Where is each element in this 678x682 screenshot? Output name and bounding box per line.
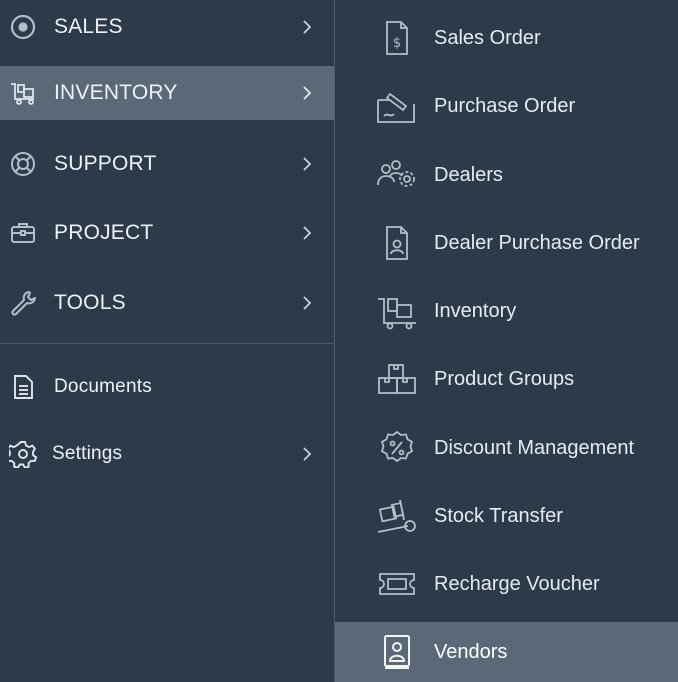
submenu-item-label: Inventory xyxy=(434,299,517,322)
users-gear-icon xyxy=(375,153,419,197)
sidebar-item-documents[interactable]: Documents xyxy=(0,360,334,414)
document-user-icon xyxy=(375,221,419,265)
sidebar-item-tools[interactable]: TOOLS xyxy=(0,276,334,330)
sidebar-item-project[interactable]: PROJECT xyxy=(0,206,334,260)
hand-truck-icon xyxy=(375,494,419,538)
sidebar-item-label: Settings xyxy=(52,443,123,464)
submenu-item-label: Sales Order xyxy=(434,26,541,49)
inventory-submenu: $ Sales Order Purchase Order Dealers Dea… xyxy=(335,0,678,682)
sidebar-item-sales[interactable]: SALES xyxy=(0,0,334,54)
submenu-item-purchase-order[interactable]: Purchase Order xyxy=(335,76,678,136)
submenu-item-discount-management[interactable]: Discount Management xyxy=(335,418,678,478)
sidebar-item-label: SALES xyxy=(54,15,123,38)
main-sidebar: SALES INVENTORY SUPPORT PROJECT TOOLS Do… xyxy=(0,0,334,682)
submenu-item-label: Dealer Purchase Order xyxy=(434,231,640,254)
chevron-right-icon xyxy=(299,85,315,101)
target-icon xyxy=(8,12,38,42)
sidebar-item-label: Documents xyxy=(54,376,152,397)
chevron-right-icon xyxy=(299,225,315,241)
sidebar-item-label: PROJECT xyxy=(54,221,154,244)
submenu-item-stock-transfer[interactable]: Stock Transfer xyxy=(335,486,678,546)
percent-badge-icon xyxy=(375,426,419,470)
sidebar-item-label: TOOLS xyxy=(54,291,126,314)
submenu-item-label: Purchase Order xyxy=(434,94,576,117)
briefcase-icon xyxy=(8,218,38,248)
chevron-right-icon xyxy=(299,446,315,462)
menu-divider xyxy=(0,343,334,344)
submenu-item-product-groups[interactable]: Product Groups xyxy=(335,349,678,409)
invoice-dollar-icon: $ xyxy=(375,16,419,60)
stacked-boxes-icon xyxy=(375,357,419,401)
chevron-right-icon xyxy=(299,156,315,172)
sidebar-item-label: INVENTORY xyxy=(54,81,178,104)
submenu-item-dealer-purchase-order[interactable]: Dealer Purchase Order xyxy=(335,213,678,273)
submenu-item-label: Discount Management xyxy=(434,436,635,459)
document-icon xyxy=(8,372,38,402)
lifebuoy-icon xyxy=(8,149,38,179)
sidebar-item-settings[interactable]: Settings xyxy=(0,427,334,481)
submenu-item-sales-order[interactable]: $ Sales Order xyxy=(335,8,678,68)
submenu-item-label: Recharge Voucher xyxy=(434,572,600,595)
sidebar-item-label: SUPPORT xyxy=(54,152,157,175)
wrench-icon xyxy=(8,288,38,318)
svg-text:$: $ xyxy=(393,36,401,51)
submenu-item-vendors[interactable]: Vendors xyxy=(335,622,678,682)
sidebar-item-inventory[interactable]: INVENTORY xyxy=(0,66,334,120)
gear-icon xyxy=(8,439,38,469)
cart-icon xyxy=(8,78,38,108)
submenu-item-label: Product Groups xyxy=(434,367,575,390)
cart-icon xyxy=(375,289,419,333)
submenu-item-label: Vendors xyxy=(434,640,508,663)
signed-document-icon xyxy=(375,84,419,128)
submenu-item-inventory[interactable]: Inventory xyxy=(335,281,678,341)
contact-book-icon xyxy=(375,630,419,674)
submenu-item-recharge-voucher[interactable]: Recharge Voucher xyxy=(335,554,678,614)
chevron-right-icon xyxy=(299,295,315,311)
sidebar-item-support[interactable]: SUPPORT xyxy=(0,137,334,191)
submenu-item-label: Stock Transfer xyxy=(434,504,563,527)
chevron-right-icon xyxy=(299,19,315,35)
ticket-icon xyxy=(375,562,419,606)
submenu-item-dealers[interactable]: Dealers xyxy=(335,145,678,205)
submenu-item-label: Dealers xyxy=(434,163,503,186)
